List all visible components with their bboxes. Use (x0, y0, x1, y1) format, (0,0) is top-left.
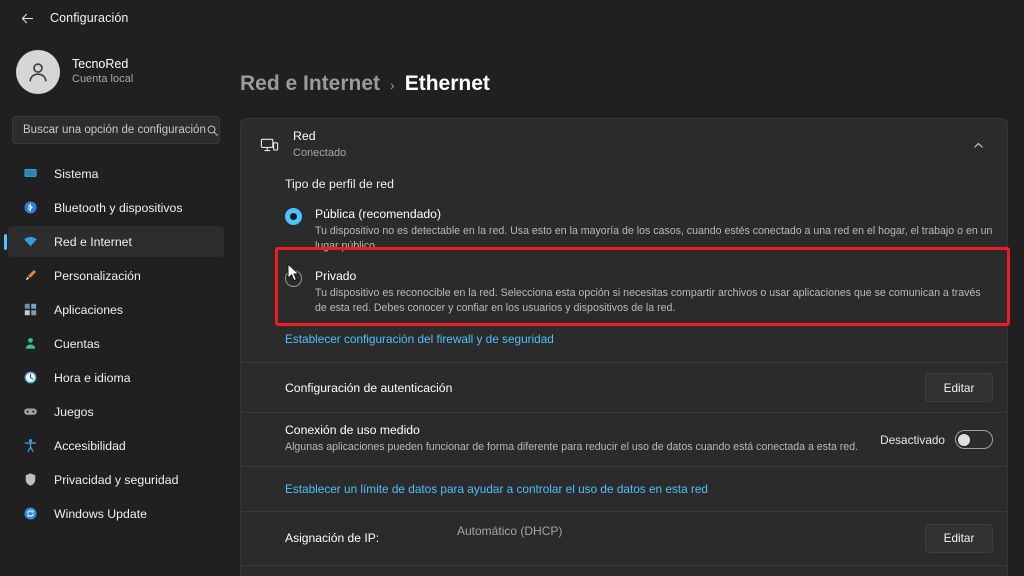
sidebar-item-label: Sistema (54, 166, 99, 181)
sidebar-item-label: Personalización (54, 268, 141, 283)
shield-icon (20, 472, 40, 487)
sidebar-item-cuentas[interactable]: Cuentas (8, 328, 224, 359)
collapse-toggle-button[interactable] (963, 130, 993, 160)
auth-edit-button[interactable]: Editar (925, 373, 993, 403)
back-arrow-icon (21, 13, 33, 23)
radio-publica-description: Tu dispositivo no es detectable en la re… (315, 225, 993, 253)
detail-row-value: Automático (DHCP) (457, 523, 563, 538)
detail-row: Asignación de IP: Automático (DHCP) Editar (241, 510, 1007, 565)
window-title: Configuración (50, 11, 129, 25)
radio-publica-label: Pública (recomendado) (315, 207, 442, 221)
metered-toggle-switch[interactable] (955, 430, 993, 450)
sidebar-item-label: Red e Internet (54, 234, 132, 249)
toggle-knob (958, 433, 970, 446)
detail-row-key: Asignación de IP: (285, 531, 380, 546)
monitor-icon (20, 166, 40, 181)
clock-icon (20, 370, 40, 385)
detail-row: Asignación de servidor DNS:Automático (D… (241, 564, 1007, 576)
breadcrumb-separator: › (390, 77, 395, 93)
sidebar-item-label: Windows Update (54, 506, 147, 521)
radio-privado-label: Privado (315, 268, 357, 283)
title-bar: Configuración (0, 0, 1024, 36)
profile-account-type: Cuenta local (72, 73, 134, 86)
network-detail-rows: Asignación de IP: Automático (DHCP) Editar… (241, 510, 1007, 576)
row-data-limit-link: Establecer un límite de datos para ayuda… (241, 465, 1007, 511)
radio-privado-description: Tu dispositivo es reconocible en la red.… (315, 286, 981, 315)
sidebar-item-hora-e-idioma[interactable]: Hora e idioma (8, 362, 224, 393)
back-button[interactable] (12, 5, 42, 31)
auth-row-title: Configuración de autenticación (285, 380, 453, 395)
sidebar-item-label: Cuentas (54, 336, 100, 351)
accessibility-person-icon (20, 438, 40, 453)
user-profile[interactable]: TecnoRed Cuenta local (0, 36, 232, 100)
breadcrumb: Red e Internet › Ethernet (232, 36, 1024, 96)
sidebar-item-privacidad-y-seguridad[interactable]: Privacidad y seguridad (8, 464, 224, 495)
sidebar-item-personalizaci-n[interactable]: Personalización (8, 260, 224, 291)
person-avatar-icon (29, 63, 47, 82)
sidebar-item-label: Aplicaciones (54, 302, 124, 317)
network-name: Red (293, 129, 316, 144)
sidebar-item-sistema[interactable]: Sistema (8, 158, 224, 189)
network-status: Conectado (293, 147, 347, 160)
radio-option-privado[interactable]: Privado Tu dispositivo es reconocible en… (285, 255, 993, 317)
bluetooth-icon (20, 200, 40, 215)
row-authentication: Configuración de autenticación Editar (241, 362, 1007, 412)
metered-toggle-state-label: Desactivado (880, 432, 945, 447)
sidebar-item-label: Juegos (54, 404, 94, 419)
profile-section-title: Tipo de perfil de red (285, 177, 394, 191)
breadcrumb-parent[interactable]: Red e Internet (240, 72, 380, 96)
wifi-icon (20, 234, 40, 249)
sidebar-item-accesibilidad[interactable]: Accesibilidad (8, 430, 224, 461)
account-person-icon (20, 336, 40, 351)
sidebar: TecnoRed Cuenta local Buscar una opción … (0, 36, 232, 576)
gamepad-icon (20, 404, 40, 419)
detail-row-action-button[interactable]: Editar (925, 523, 993, 553)
metered-row-description: Algunas aplicaciones pueden funcionar de… (285, 441, 859, 454)
avatar (16, 50, 60, 94)
page-title: Ethernet (404, 72, 490, 95)
radio-publica[interactable] (285, 208, 302, 225)
sidebar-item-label: Hora e idioma (54, 370, 131, 385)
search-icon (206, 124, 219, 137)
sidebar-item-label: Privacidad y seguridad (54, 472, 179, 487)
ethernet-card: Red Conectado Tipo de perfil de red Públ… (240, 118, 1008, 576)
sidebar-item-windows-update[interactable]: Windows Update (8, 498, 224, 529)
metered-row-title: Conexión de uso medido (285, 423, 420, 438)
settings-window: Configuración TecnoRed Cuenta local Busc… (0, 0, 1024, 576)
network-card-header[interactable]: Red Conectado (241, 119, 1007, 171)
sidebar-item-label: Accesibilidad (54, 438, 126, 453)
paintbrush-icon (20, 268, 40, 283)
sidebar-item-aplicaciones[interactable]: Aplicaciones (8, 294, 224, 325)
search-placeholder: Buscar una opción de configuración (23, 124, 206, 136)
sidebar-item-bluetooth-y-dispositivos[interactable]: Bluetooth y dispositivos (8, 192, 224, 223)
ethernet-monitor-icon (255, 136, 283, 155)
sidebar-item-juegos[interactable]: Juegos (8, 396, 224, 427)
main-content: Red e Internet › Ethernet Red Conectado … (232, 36, 1024, 576)
row-metered-connection: Conexión de uso medido Algunas aplicacio… (241, 412, 1007, 465)
apps-grid-icon (20, 302, 40, 317)
network-profile-section: Tipo de perfil de red Pública (recomenda… (241, 171, 1007, 362)
firewall-settings-link[interactable]: Establecer configuración del firewall y … (285, 332, 554, 346)
data-limit-link[interactable]: Establecer un límite de datos para ayuda… (285, 482, 708, 496)
chevron-up-icon (973, 142, 983, 148)
update-refresh-icon (20, 506, 40, 521)
profile-name: TecnoRed (72, 56, 129, 71)
radio-privado[interactable] (285, 269, 302, 287)
radio-option-publica[interactable]: Pública (recomendado) Tu dispositivo no … (285, 191, 993, 255)
sidebar-nav: Sistema Bluetooth y dispositivos Red e Int… (0, 158, 232, 529)
sidebar-item-label: Bluetooth y dispositivos (54, 200, 183, 215)
search-input[interactable]: Buscar una opción de configuración (12, 116, 220, 144)
sidebar-item-red-e-internet[interactable]: Red e Internet (8, 226, 224, 257)
